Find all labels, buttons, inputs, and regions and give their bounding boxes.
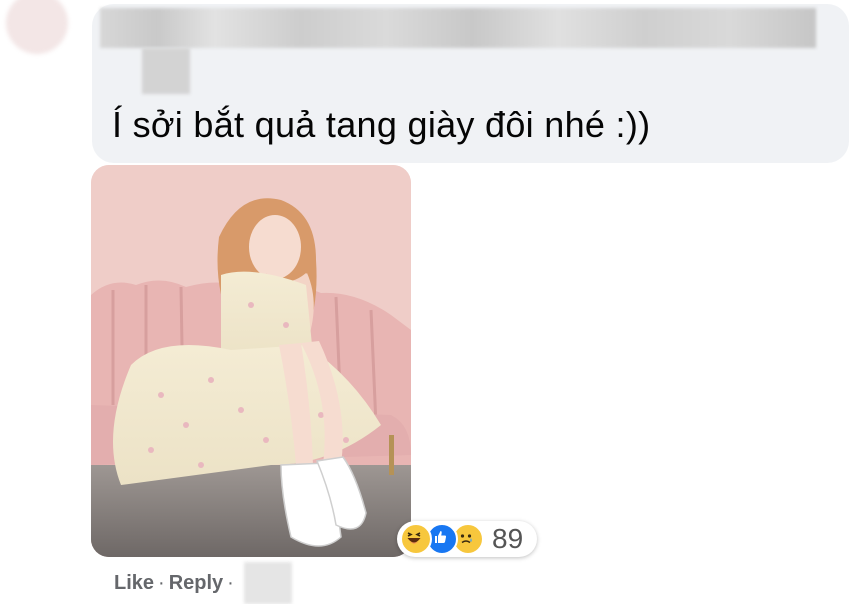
timestamp-blurred[interactable]: [244, 562, 292, 604]
comment-text: Í sởi bắt quả tang giày đôi nhé :)): [112, 104, 651, 145]
comment-actions: Like · Reply ·: [114, 572, 238, 595]
like-link[interactable]: Like: [114, 572, 154, 594]
reaction-count: 89: [492, 523, 524, 554]
reply-link[interactable]: Reply: [169, 572, 223, 594]
commenter-name-blurred[interactable]: [100, 8, 816, 48]
commenter-name-blurred-extra: [142, 48, 190, 94]
photo-illustration: [91, 165, 411, 557]
separator-dot-2: ·: [227, 572, 234, 594]
comment-photo[interactable]: [91, 165, 411, 557]
reaction-summary[interactable]: 89: [397, 521, 537, 557]
haha-icon: [400, 523, 432, 555]
separator-dot: ·: [158, 572, 165, 594]
commenter-avatar[interactable]: [6, 0, 68, 54]
